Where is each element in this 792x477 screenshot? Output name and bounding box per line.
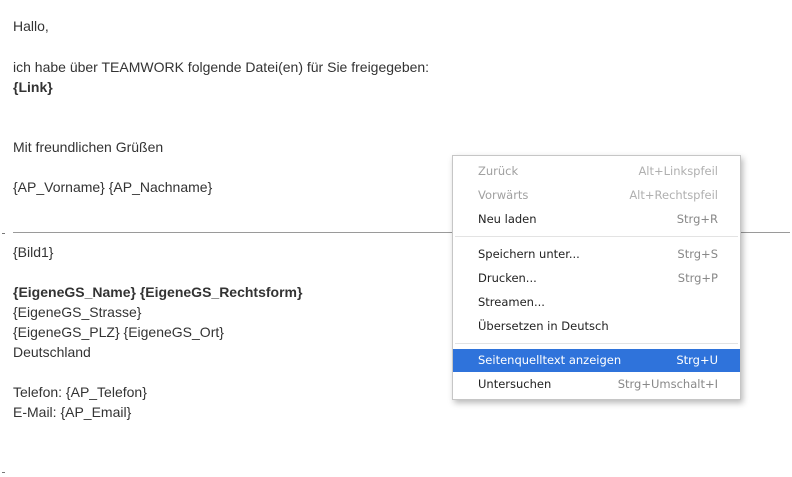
menu-item-label: Seitenquelltext anzeigen: [478, 353, 622, 367]
menu-separator: [455, 236, 738, 237]
menu-item-label: Zurück: [478, 164, 519, 178]
margin-marker: [2, 472, 5, 473]
greeting: Hallo,: [13, 18, 49, 34]
menu-item-label: Untersuchen: [478, 377, 552, 391]
company-zip-city: {EigeneGS_PLZ} {EigeneGS_Ort}: [13, 324, 224, 340]
menu-item-label: Neu laden: [478, 212, 537, 226]
margin-marker: [2, 233, 5, 234]
menu-item-reload[interactable]: Neu laden Strg+R: [453, 208, 740, 231]
menu-item-shortcut: Alt+Linkspfeil: [638, 164, 718, 178]
context-menu: Zurück Alt+Linkspfeil Vorwärts Alt+Recht…: [452, 155, 741, 400]
menu-item-shortcut: Strg+P: [677, 271, 718, 285]
menu-item-shortcut: Strg+U: [676, 353, 718, 367]
menu-item-inspect[interactable]: Untersuchen Strg+Umschalt+I: [453, 373, 740, 396]
menu-item-label: Drucken...: [478, 271, 537, 285]
menu-item-shortcut: Alt+Rechtspfeil: [629, 188, 718, 202]
menu-item-shortcut: Strg+S: [677, 247, 718, 261]
company-country: Deutschland: [13, 344, 91, 360]
menu-item-label: Speichern unter...: [478, 247, 580, 261]
company-street: {EigeneGS_Strasse}: [13, 304, 142, 320]
menu-item-translate[interactable]: Übersetzen in Deutsch: [453, 315, 740, 338]
menu-item-save-as[interactable]: Speichern unter... Strg+S: [453, 243, 740, 266]
contact-email: E-Mail: {AP_Email}: [13, 404, 132, 420]
menu-item-forward[interactable]: Vorwärts Alt+Rechtspfeil: [453, 184, 740, 207]
menu-item-view-source[interactable]: Seitenquelltext anzeigen Strg+U: [453, 349, 740, 372]
menu-item-print[interactable]: Drucken... Strg+P: [453, 267, 740, 290]
image-placeholder: {Bild1}: [13, 244, 54, 260]
menu-item-label: Übersetzen in Deutsch: [478, 319, 609, 333]
menu-item-shortcut: Strg+R: [676, 212, 718, 226]
contact-phone: Telefon: {AP_Telefon}: [13, 384, 147, 400]
menu-item-shortcut: Strg+Umschalt+I: [617, 377, 718, 391]
sender-name: {AP_Vorname} {AP_Nachname}: [13, 179, 213, 195]
intro-text: ich habe über TEAMWORK folgende Datei(en…: [13, 59, 430, 75]
menu-item-back[interactable]: Zurück Alt+Linkspfeil: [453, 160, 740, 183]
closing-text: Mit freundlichen Grüßen: [13, 139, 164, 155]
menu-separator: [455, 343, 738, 344]
menu-item-label: Streamen...: [478, 295, 545, 309]
company-name: {EigeneGS_Name} {EigeneGS_Rechtsform}: [13, 284, 303, 300]
menu-item-label: Vorwärts: [478, 188, 529, 202]
link-placeholder[interactable]: {Link}: [13, 77, 53, 97]
menu-item-cast[interactable]: Streamen...: [453, 291, 740, 314]
